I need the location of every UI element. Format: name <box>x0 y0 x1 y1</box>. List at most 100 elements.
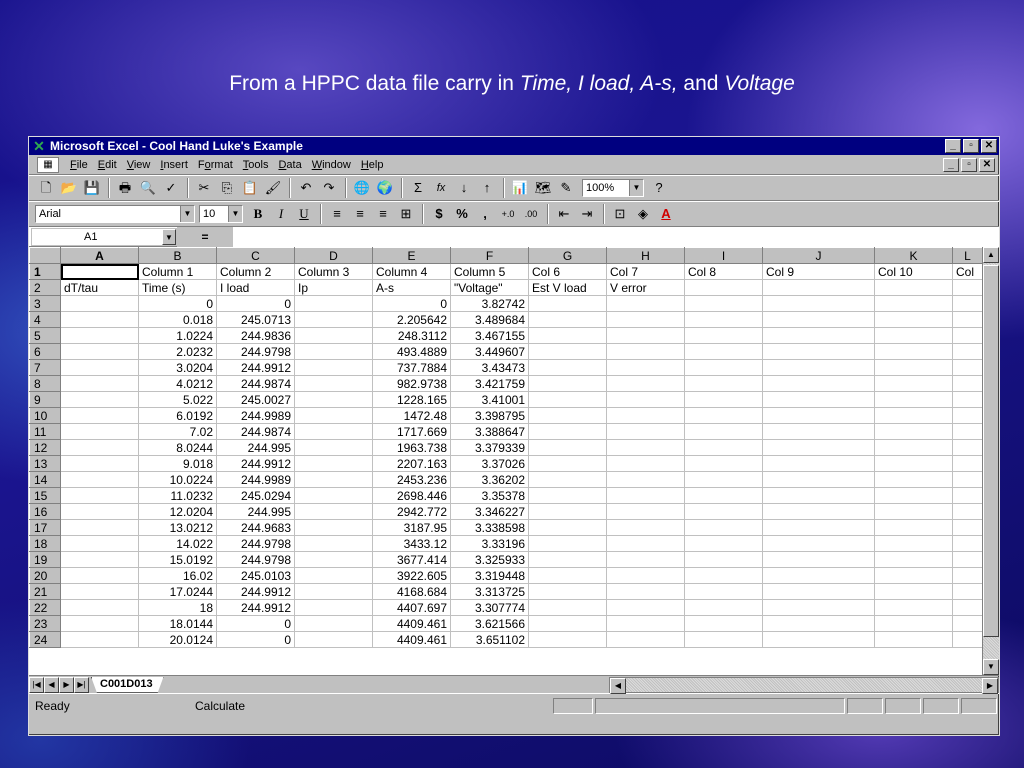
cell-k14[interactable] <box>874 471 953 488</box>
cell-j18[interactable] <box>762 535 875 552</box>
cell-d20[interactable] <box>294 567 373 584</box>
cell-j24[interactable] <box>762 631 875 648</box>
cell-i12[interactable] <box>684 439 763 456</box>
font-color-icon[interactable]: A <box>655 204 677 224</box>
cell-d11[interactable] <box>294 423 373 440</box>
drawing-icon[interactable]: ✎ <box>555 178 577 198</box>
cell-e23[interactable]: 4409.461 <box>372 615 451 632</box>
cell-f12[interactable]: 3.379339 <box>450 439 529 456</box>
cell-d13[interactable] <box>294 455 373 472</box>
cell-j14[interactable] <box>762 471 875 488</box>
scroll-up-icon[interactable]: ▲ <box>983 247 999 263</box>
cell-i24[interactable] <box>684 631 763 648</box>
cell-f3[interactable]: 3.82742 <box>450 295 529 312</box>
cell-c1[interactable]: Column 2 <box>216 263 295 280</box>
cell-i23[interactable] <box>684 615 763 632</box>
row-header[interactable]: 8 <box>29 375 61 392</box>
cell-g14[interactable] <box>528 471 607 488</box>
cell-c17[interactable]: 244.9683 <box>216 519 295 536</box>
cell-l24[interactable] <box>952 631 983 648</box>
cell-h9[interactable] <box>606 391 685 408</box>
cell-d2[interactable]: Ip <box>294 279 373 296</box>
cell-d12[interactable] <box>294 439 373 456</box>
cell-k11[interactable] <box>874 423 953 440</box>
cell-c22[interactable]: 244.9912 <box>216 599 295 616</box>
help-icon[interactable]: ? <box>648 178 670 198</box>
cell-f17[interactable]: 3.338598 <box>450 519 529 536</box>
cell-c4[interactable]: 245.0713 <box>216 311 295 328</box>
cell-l14[interactable] <box>952 471 983 488</box>
sort-ascending-icon[interactable]: ↓ <box>453 178 475 198</box>
cell-g6[interactable] <box>528 343 607 360</box>
merge-center-icon[interactable]: ⊞ <box>395 204 417 224</box>
cell-h20[interactable] <box>606 567 685 584</box>
cell-j1[interactable]: Col 9 <box>762 263 875 280</box>
cell-e3[interactable]: 0 <box>372 295 451 312</box>
cell-e17[interactable]: 3187.95 <box>372 519 451 536</box>
cell-a13[interactable] <box>60 455 139 472</box>
cell-j9[interactable] <box>762 391 875 408</box>
cell-d18[interactable] <box>294 535 373 552</box>
cell-b16[interactable]: 12.0204 <box>138 503 217 520</box>
cell-e22[interactable]: 4407.697 <box>372 599 451 616</box>
hyperlink-icon[interactable]: 🌐 <box>351 178 373 198</box>
cell-c11[interactable]: 244.9874 <box>216 423 295 440</box>
cell-e4[interactable]: 2.205642 <box>372 311 451 328</box>
scroll-right-icon[interactable]: ▶ <box>982 677 998 694</box>
autosum-icon[interactable]: Σ <box>407 178 429 198</box>
cell-l7[interactable] <box>952 359 983 376</box>
cell-d22[interactable] <box>294 599 373 616</box>
cell-k22[interactable] <box>874 599 953 616</box>
cell-h12[interactable] <box>606 439 685 456</box>
cell-b14[interactable]: 10.0224 <box>138 471 217 488</box>
function-icon[interactable]: fx <box>430 178 452 198</box>
cell-b9[interactable]: 5.022 <box>138 391 217 408</box>
cell-k18[interactable] <box>874 535 953 552</box>
cell-h16[interactable] <box>606 503 685 520</box>
undo-icon[interactable]: ↶ <box>295 178 317 198</box>
cell-j7[interactable] <box>762 359 875 376</box>
paste-icon[interactable]: 📋 <box>239 178 261 198</box>
fill-color-icon[interactable]: ◈ <box>632 204 654 224</box>
last-sheet-icon[interactable]: ▶| <box>74 676 89 693</box>
cell-b8[interactable]: 4.0212 <box>138 375 217 392</box>
map-icon[interactable]: 🗺 <box>532 178 554 198</box>
cell-i7[interactable] <box>684 359 763 376</box>
cell-b12[interactable]: 8.0244 <box>138 439 217 456</box>
cell-j16[interactable] <box>762 503 875 520</box>
cell-f19[interactable]: 3.325933 <box>450 551 529 568</box>
web-toolbar-icon[interactable]: 🌍 <box>374 178 396 198</box>
formula-input[interactable] <box>233 226 999 247</box>
cell-d6[interactable] <box>294 343 373 360</box>
cell-h19[interactable] <box>606 551 685 568</box>
cell-c18[interactable]: 244.9798 <box>216 535 295 552</box>
cell-j20[interactable] <box>762 567 875 584</box>
cell-f8[interactable]: 3.421759 <box>450 375 529 392</box>
cell-d17[interactable] <box>294 519 373 536</box>
menu-item-edit[interactable]: Edit <box>93 159 122 171</box>
cell-k1[interactable]: Col 10 <box>874 263 953 280</box>
menu-item-help[interactable]: Help <box>356 159 389 171</box>
chevron-down-icon[interactable]: ▼ <box>180 206 194 222</box>
close-button[interactable]: ✕ <box>981 139 997 153</box>
italic-button[interactable]: I <box>270 204 292 224</box>
cell-i10[interactable] <box>684 407 763 424</box>
cell-b20[interactable]: 16.02 <box>138 567 217 584</box>
column-header-i[interactable]: I <box>684 247 763 264</box>
cell-a24[interactable] <box>60 631 139 648</box>
new-icon[interactable]: 🗋 <box>35 178 57 198</box>
cell-b19[interactable]: 15.0192 <box>138 551 217 568</box>
cell-i21[interactable] <box>684 583 763 600</box>
cell-c20[interactable]: 245.0103 <box>216 567 295 584</box>
cell-l12[interactable] <box>952 439 983 456</box>
cell-k4[interactable] <box>874 311 953 328</box>
row-header[interactable]: 20 <box>29 567 61 584</box>
decrease-decimal-icon[interactable]: .00 <box>520 204 542 224</box>
cell-k15[interactable] <box>874 487 953 504</box>
cell-e11[interactable]: 1717.669 <box>372 423 451 440</box>
cell-l1[interactable]: Col <box>952 263 983 280</box>
cell-b10[interactable]: 6.0192 <box>138 407 217 424</box>
cell-c8[interactable]: 244.9874 <box>216 375 295 392</box>
cell-a6[interactable] <box>60 343 139 360</box>
cell-e14[interactable]: 2453.236 <box>372 471 451 488</box>
